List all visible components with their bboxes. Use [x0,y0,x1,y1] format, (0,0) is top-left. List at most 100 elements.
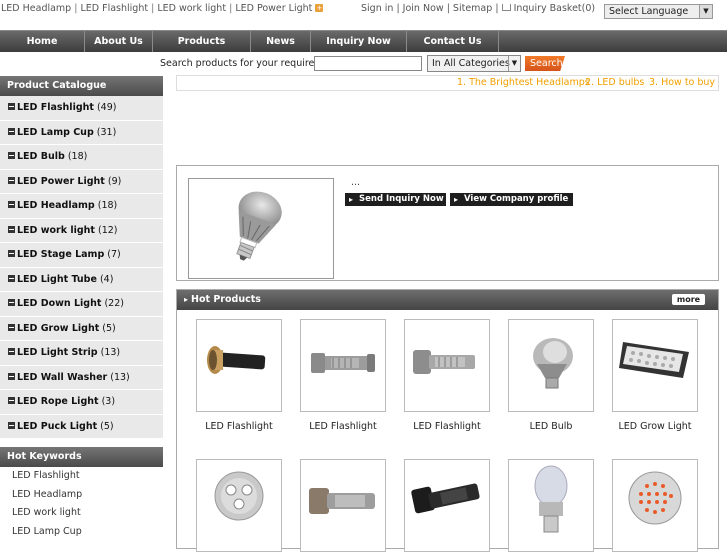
minus-square-icon [8,127,15,135]
category-name: LED Light Strip [17,347,98,358]
category-item[interactable]: LED Down Light (22) [0,292,163,317]
product-card-bulb[interactable] [508,319,594,412]
category-count: (7) [107,249,121,260]
product-card-flashlight-5[interactable] [404,459,490,552]
nav-news[interactable]: News [251,31,311,52]
category-count: (5) [100,420,114,432]
product-catalogue-title: Product Catalogue [0,76,163,96]
category-count: (13) [100,347,121,358]
ticker-item[interactable]: 3. How to buy a f [649,76,718,90]
nav-contact-us[interactable]: Contact Us [407,31,499,52]
sitemap-link[interactable]: Sitemap [453,3,492,14]
puck-light-image [214,471,264,521]
product-card-puck-light[interactable] [196,459,282,552]
product-card-flashlight-3[interactable] [404,319,490,412]
minus-square-icon [8,201,15,208]
nav-about-us[interactable]: About Us [85,31,153,52]
category-item[interactable]: LED Stage Lamp (7) [0,243,163,268]
send-inquiry-button[interactable]: Send Inquiry Now [345,193,446,206]
category-item[interactable]: LED Puck Light (5) [0,414,163,439]
product-caption[interactable]: LED Flashlight [291,421,395,432]
minus-square-icon [8,348,15,355]
minus-square-icon [8,176,15,184]
separator: | [396,3,400,14]
view-company-profile-button[interactable]: View Company profile [450,193,573,206]
category-name: LED Grow Light [17,322,100,334]
chevron-right-icon: ▸ [184,295,189,304]
category-item[interactable]: LED work light (12) [0,218,163,243]
inquiry-basket-link[interactable]: Inquiry Basket(0) [514,3,596,14]
hot-keyword-link[interactable]: LED Headlamp [0,486,163,505]
nav-home[interactable]: Home [0,31,85,52]
minus-square-icon [8,397,15,404]
category-list: LED Flashlight (49) LED Lamp Cup (31) LED … [0,96,163,439]
separator: | [446,3,450,14]
minus-square-icon [8,299,15,306]
search-button[interactable]: Search [525,56,565,71]
sign-in-link[interactable]: Sign in [361,3,393,14]
hot-keywords-panel: Hot Keywords LED Flashlight LED Headlamp L… [0,447,163,541]
product-card-lamp-cup[interactable] [612,459,698,552]
more-button[interactable]: more [672,294,705,305]
category-item[interactable]: LED Headlamp (18) [0,194,163,219]
product-caption[interactable]: LED Flashlight [395,421,499,432]
flashlight-image [311,353,375,373]
category-name: LED Puck Light [17,420,98,432]
top-link-led-headlamp[interactable]: LED Headlamp [1,3,71,14]
hot-keyword-link[interactable]: LED work light [0,504,163,523]
news-ticker: 1. The Brightest Headlamps 2. LED bulbs … [176,75,719,91]
product-caption[interactable]: LED Bulb [499,421,603,432]
top-link-led-work-light[interactable]: LED work light [157,3,226,14]
category-count: (49) [96,102,117,113]
top-link-led-flashlight[interactable]: LED Flashlight [80,3,148,14]
lamp-cup-image [628,471,682,525]
category-item[interactable]: LED Wall Washer (13) [0,365,163,390]
category-item[interactable]: LED Light Tube (4) [0,267,163,292]
hot-keyword-link[interactable]: LED Lamp Cup [0,523,163,542]
nav-inquiry-now[interactable]: Inquiry Now [311,31,407,52]
category-select[interactable]: In All Categories ▼ [427,55,521,72]
category-count: (5) [102,322,116,334]
ticker-item[interactable]: 1. The Brightest Headlamps [457,76,590,90]
category-item[interactable]: LED Light Strip (13) [0,341,163,366]
search-row: Search products for your requirement: In… [0,54,727,74]
category-name: LED Rope Light [17,396,99,407]
flashlight-image [207,346,266,374]
category-item[interactable]: LED Flashlight (49) [0,96,163,121]
category-name: LED Stage Lamp [17,249,105,260]
hot-products-title: Hot Products [191,294,261,305]
category-name: LED Headlamp [17,200,95,211]
category-name: LED work light [17,224,95,236]
category-count: (4) [99,273,114,285]
category-item[interactable]: LED Rope Light (3) [0,390,163,415]
product-card-grow-light[interactable] [612,319,698,412]
search-input[interactable] [314,56,422,71]
nav-products[interactable]: Products [153,31,251,52]
category-item[interactable]: LED Bulb (18) [0,145,163,170]
separator: | [151,3,155,14]
featured-product-image[interactable] [188,178,334,279]
category-item[interactable]: LED Lamp Cup (31) [0,120,163,145]
product-card-flashlight-1[interactable] [196,319,282,412]
category-item[interactable]: LED Grow Light (5) [0,316,163,341]
product-caption[interactable]: LED Flashlight [187,421,291,432]
category-item[interactable]: LED Power Light (9) [0,169,163,194]
language-select[interactable]: Select Language ▼ [604,4,713,19]
chevron-down-icon: ▼ [699,5,712,18]
basket-icon [501,4,511,11]
ticker-item[interactable]: 2. LED bulbs [585,76,644,90]
hot-keywords-list: LED Flashlight LED Headlamp LED work light… [0,467,163,541]
minus-square-icon [8,250,15,257]
top-category-links: LED Headlamp | LED Flashlight | LED work… [1,3,324,14]
product-card-bulb-2[interactable] [508,459,594,552]
hot-keyword-link[interactable]: LED Flashlight [0,467,163,486]
product-card-flashlight-2[interactable] [300,319,386,412]
plus-icon[interactable]: + [315,4,324,12]
product-card-flashlight-4[interactable] [300,459,386,552]
minus-square-icon [8,152,15,159]
hot-products-header: ▸ Hot Products more [177,290,718,310]
top-link-led-power-light[interactable]: LED Power Light [235,3,312,14]
category-count: (12) [98,224,118,236]
join-now-link[interactable]: Join Now [403,3,444,14]
product-caption[interactable]: LED Grow Light [603,421,707,432]
